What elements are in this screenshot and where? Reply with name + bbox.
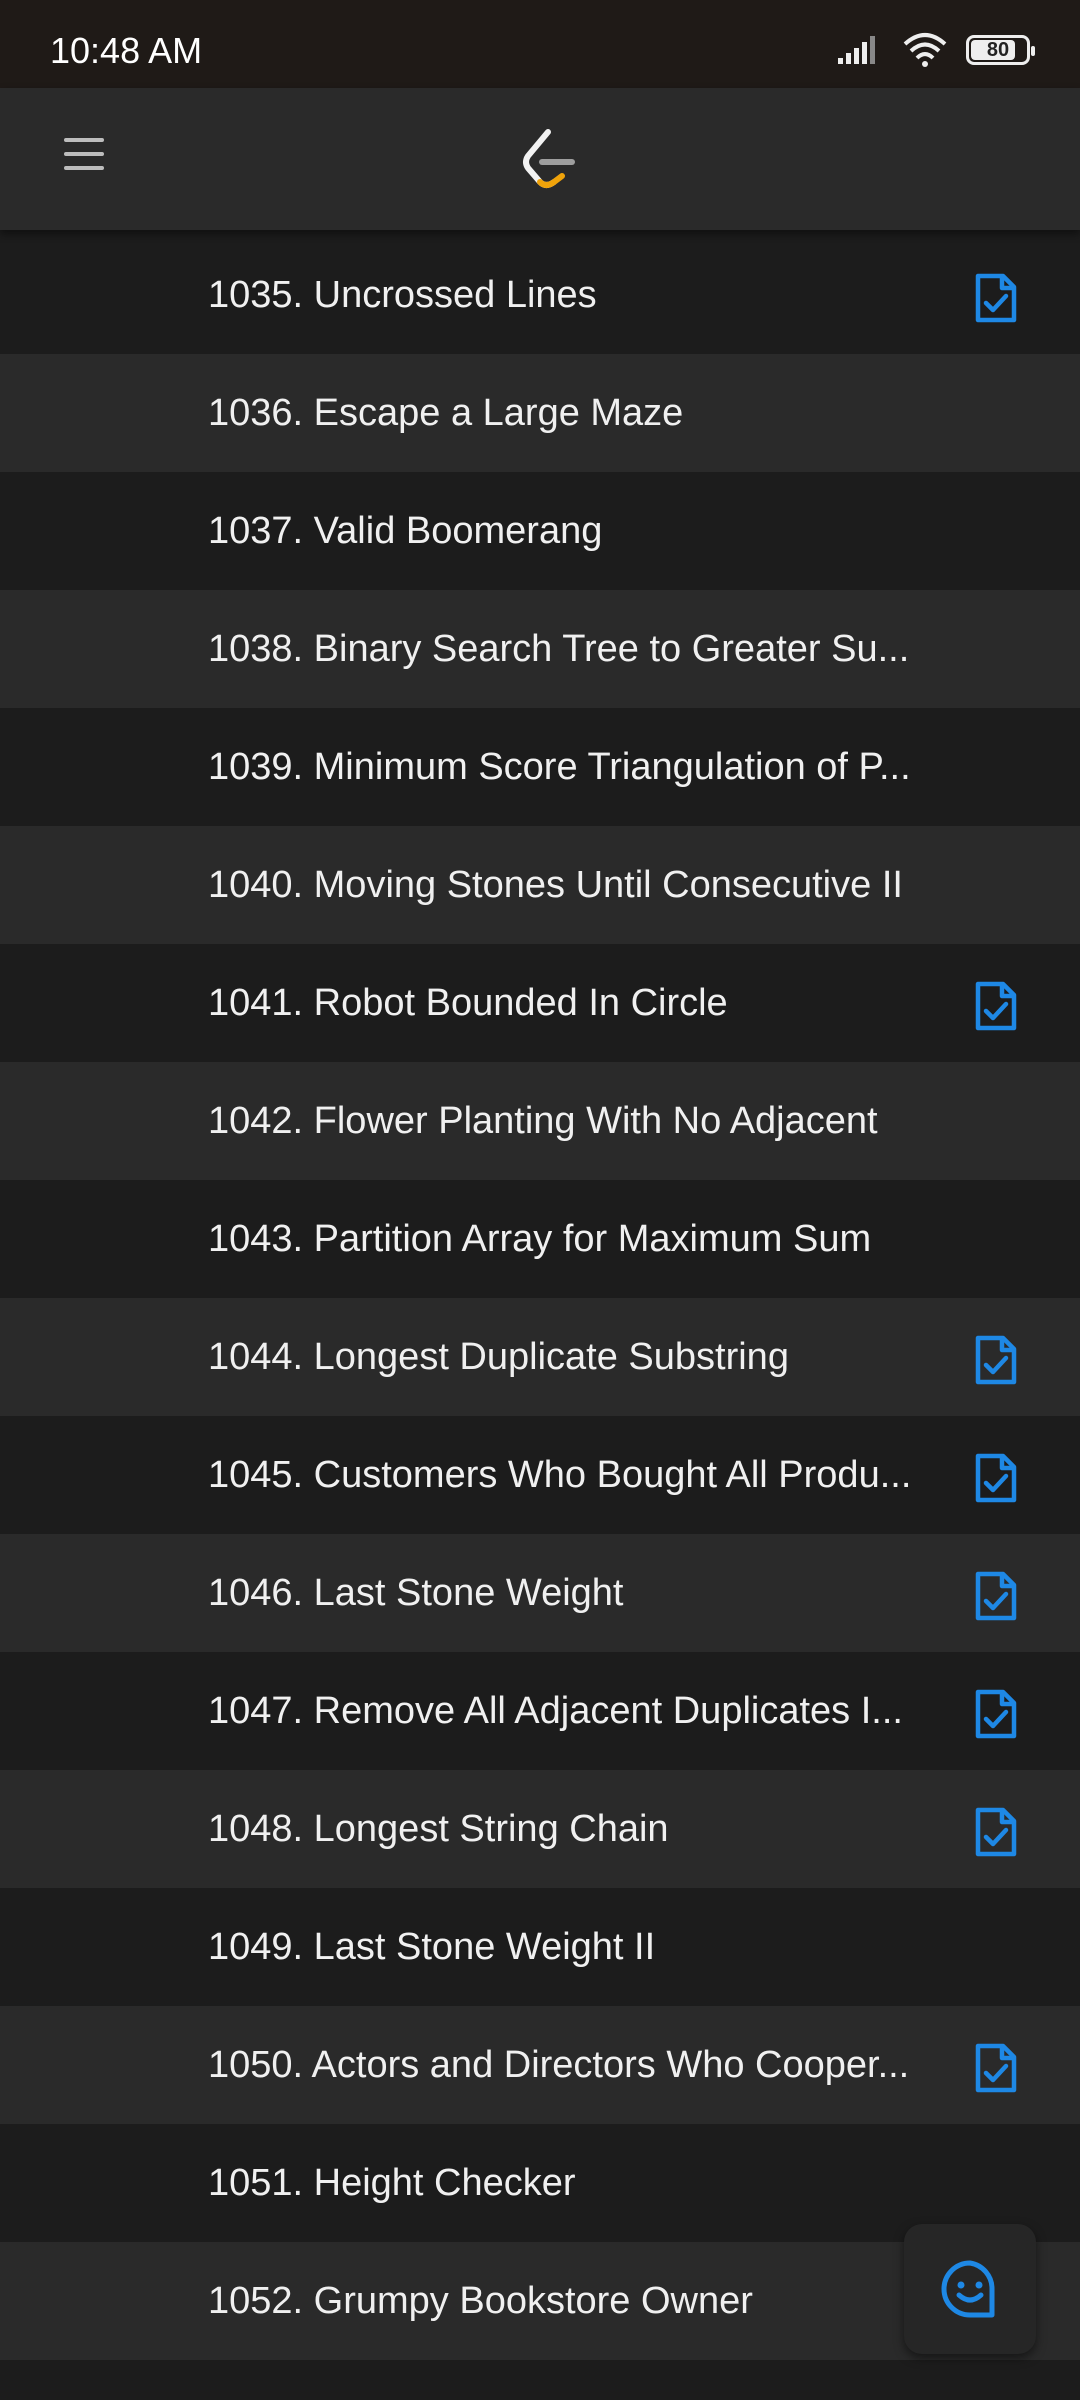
problem-row[interactable]: 1044. Longest Duplicate Substring [0,1298,1080,1416]
solution-document-icon[interactable] [973,1806,1019,1858]
problem-row[interactable]: 1048. Longest String Chain [0,1770,1080,1888]
problem-title: 1040. Moving Stones Until Consecutive II [208,863,903,906]
status-icons: 80 [836,30,1035,70]
battery-icon: 80 [966,35,1035,65]
problem-title: 1043. Partition Array for Maximum Sum [208,1217,872,1260]
chat-button[interactable] [904,2224,1036,2354]
problem-row[interactable]: 1046. Last Stone Weight [0,1534,1080,1652]
problem-title: 1041. Robot Bounded In Circle [208,981,728,1024]
hamburger-menu-icon[interactable] [64,138,104,178]
problem-list: 1035. Uncrossed Lines 1036. Escape a Larg… [0,236,1080,2360]
problem-title: 1051. Height Checker [208,2161,576,2204]
status-time: 10:48 AM [50,30,203,71]
solution-document-icon[interactable] [973,1570,1019,1622]
problem-title: 1052. Grumpy Bookstore Owner [208,2279,753,2322]
solution-document-icon[interactable] [973,2042,1019,2094]
solution-document-icon[interactable] [973,1688,1019,1740]
problem-row[interactable]: 1035. Uncrossed Lines [0,236,1080,354]
solution-document-icon[interactable] [973,272,1019,324]
problem-row[interactable]: 1043. Partition Array for Maximum Sum [0,1180,1080,1298]
problem-row[interactable]: 1039. Minimum Score Triangulation of P..… [0,708,1080,826]
problem-row[interactable]: 1037. Valid Boomerang [0,472,1080,590]
problem-title: 1035. Uncrossed Lines [208,273,597,316]
leetcode-logo-icon[interactable] [518,126,578,192]
solution-document-icon[interactable] [973,1452,1019,1504]
problem-title: 1036. Escape a Large Maze [208,391,684,434]
problem-row[interactable]: 1041. Robot Bounded In Circle [0,944,1080,1062]
status-bar: 10:48 AM 80 [0,0,1080,88]
app-header [0,88,1080,230]
signal-icon [838,36,875,64]
problem-title: 1037. Valid Boomerang [208,509,603,552]
problem-title: 1050. Actors and Directors Who Cooper... [208,2043,910,2086]
problem-title: 1046. Last Stone Weight [208,1571,624,1614]
problem-row[interactable]: 1045. Customers Who Bought All Produ... [0,1416,1080,1534]
problem-row[interactable]: 1042. Flower Planting With No Adjacent [0,1062,1080,1180]
problem-title: 1042. Flower Planting With No Adjacent [208,1099,878,1142]
problem-title: 1044. Longest Duplicate Substring [208,1335,789,1378]
chat-smiley-icon [941,2260,995,2318]
problem-row[interactable]: 1047. Remove All Adjacent Duplicates I..… [0,1652,1080,1770]
problem-title: 1038. Binary Search Tree to Greater Su..… [208,627,910,670]
problem-title: 1047. Remove All Adjacent Duplicates I..… [208,1689,903,1732]
problem-row[interactable]: 1036. Escape a Large Maze [0,354,1080,472]
problem-title: 1039. Minimum Score Triangulation of P..… [208,745,911,788]
solution-document-icon[interactable] [973,980,1019,1032]
problem-row[interactable]: 1050. Actors and Directors Who Cooper... [0,2006,1080,2124]
problem-title: 1049. Last Stone Weight II [208,1925,656,1968]
problem-row[interactable]: 1049. Last Stone Weight II [0,1888,1080,2006]
problem-title: 1048. Longest String Chain [208,1807,669,1850]
problem-row[interactable]: 1038. Binary Search Tree to Greater Su..… [0,590,1080,708]
problem-row[interactable]: 1040. Moving Stones Until Consecutive II [0,826,1080,944]
solution-document-icon[interactable] [973,1334,1019,1386]
battery-level: 80 [986,38,1010,61]
wifi-icon [903,33,947,67]
problem-title: 1045. Customers Who Bought All Produ... [208,1453,912,1496]
